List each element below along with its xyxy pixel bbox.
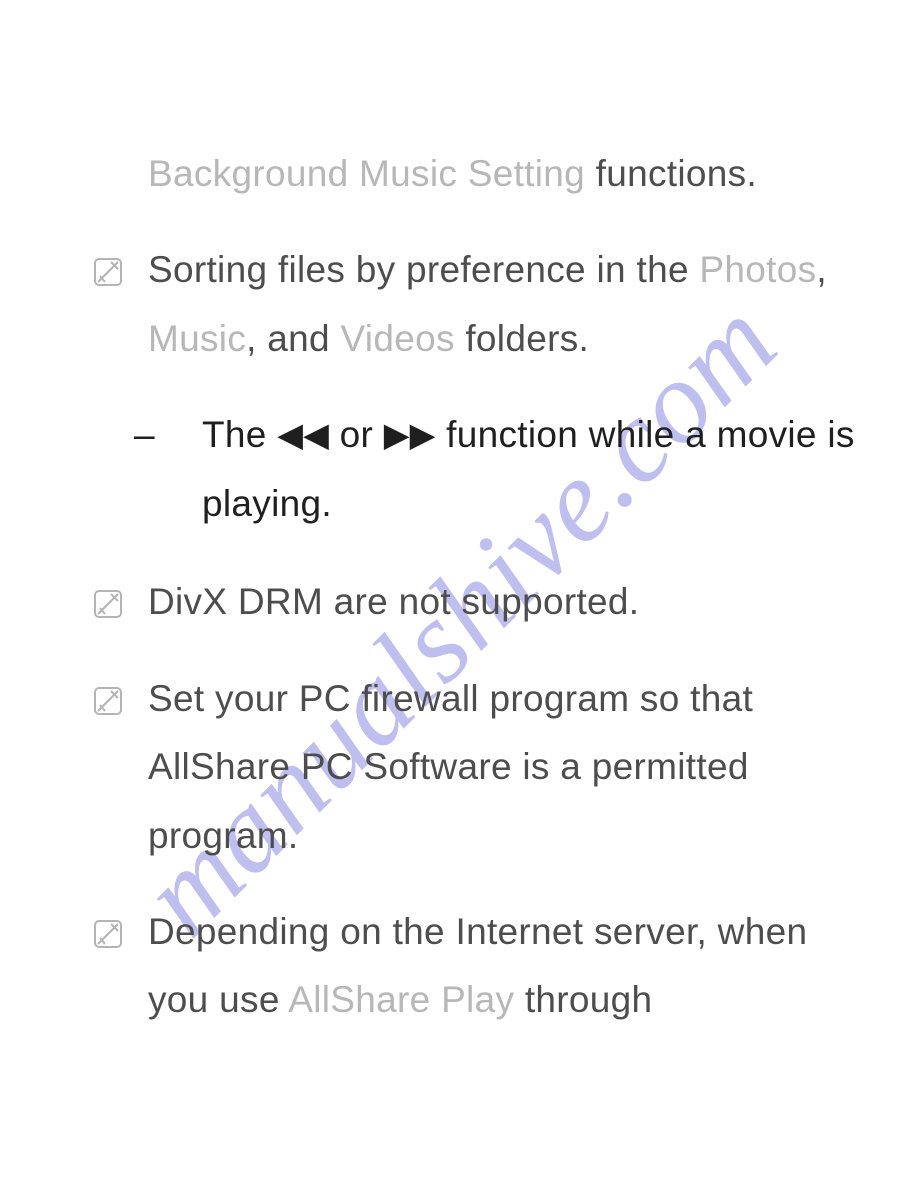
sub-rewind-forward: – The ◀◀ or ▶▶ function while a movie is… (90, 401, 868, 538)
note-sorting: Sorting files by preference in the Photo… (90, 236, 868, 373)
line-bg-music: Background Music Setting functions. (90, 140, 868, 208)
sub-mid: or (329, 414, 384, 455)
label-photos: Photos (699, 249, 816, 290)
manual-page: manualshive.com Background Music Setting… (0, 0, 918, 1188)
label-allshare-play: AllShare Play (288, 979, 514, 1020)
label-videos: Videos (341, 318, 455, 359)
page-content: Background Music Setting functions. Sort… (90, 140, 868, 1035)
sep1: , (816, 249, 827, 290)
note-icon (92, 574, 124, 606)
note-firewall: Set your PC firewall program so that All… (90, 665, 868, 870)
note-allshare-play: Depending on the Internet server, when y… (90, 898, 868, 1035)
sub-before: The (202, 414, 277, 455)
sep2: , and (246, 318, 340, 359)
text-sorting-lead: Sorting files by preference in the (148, 249, 699, 290)
label-bg-music-setting: Background Music Setting (148, 153, 585, 194)
rewind-icon: ◀◀ (277, 417, 329, 454)
fast-forward-icon: ▶▶ (384, 417, 436, 454)
dash: – (168, 401, 202, 469)
text-sorting-tail: folders. (455, 318, 589, 359)
label-music: Music (148, 318, 246, 359)
text-firewall: Set your PC firewall program so that All… (148, 678, 753, 856)
note-icon (92, 242, 124, 274)
text-allshare-tail: through (514, 979, 652, 1020)
note-divx: DivX DRM are not supported. (90, 568, 868, 636)
note-icon (92, 904, 124, 936)
note-icon (92, 671, 124, 703)
text-functions: functions. (585, 153, 757, 194)
text-divx: DivX DRM are not supported. (148, 581, 639, 622)
